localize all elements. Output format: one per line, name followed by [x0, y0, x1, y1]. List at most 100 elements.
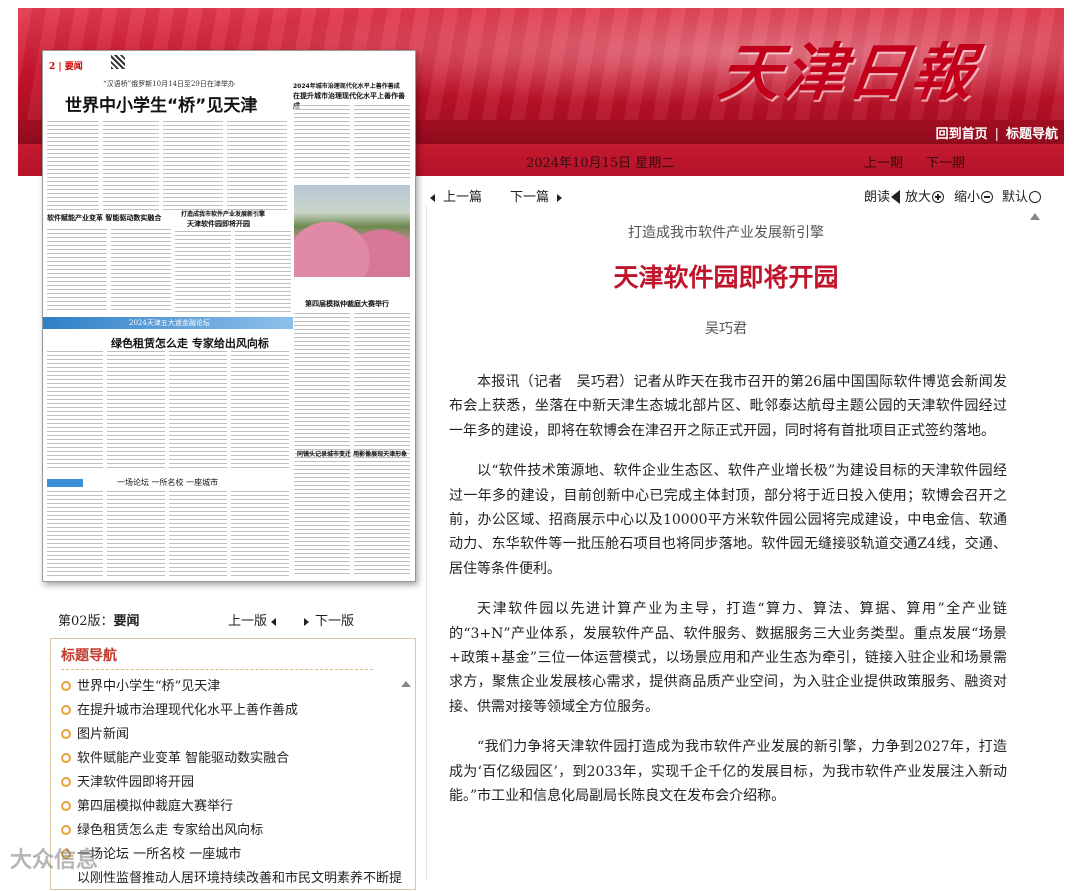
thumb-text-column: [231, 491, 289, 577]
prev-issue-link[interactable]: 上一期: [864, 152, 903, 171]
nav-titles-link[interactable]: 标题导航: [1006, 127, 1058, 142]
arrow-right-icon: [304, 617, 309, 626]
title-nav-item[interactable]: 天津软件园即将开园: [61, 771, 402, 795]
prev-article-link[interactable]: 上一篇: [430, 186, 482, 205]
newspaper-logo[interactable]: 天津日報: [714, 22, 983, 112]
next-issue-link[interactable]: 下一期: [926, 152, 965, 171]
thumb-text-column: [107, 351, 165, 471]
default-size-label: 默认: [1002, 190, 1029, 205]
nav-home-link[interactable]: 回到首页: [936, 127, 988, 142]
thumb-headline-e[interactable]: 天津软件园即将开园: [187, 219, 291, 229]
title-nav-item[interactable]: 图片新闻: [61, 723, 402, 747]
bullet-icon: [61, 680, 71, 691]
title-nav-item[interactable]: 软件赋能产业变革 智能驱动数实融合: [61, 747, 402, 771]
title-navigation-panel: 标题导航 世界中小学生“桥”见天津 在提升城市治理现代化水平上善作善成 图片新闻…: [50, 638, 416, 890]
title-nav-item[interactable]: 以刚性监督推动人居环境持续改善和市民文明素养不断提: [61, 867, 402, 891]
thumb-text-column: [107, 491, 165, 577]
title-nav-item-label: 在提升城市治理现代化水平上善作善成: [77, 703, 299, 718]
title-nav-heading: 标题导航: [61, 648, 117, 664]
read-aloud-label: 朗读: [864, 190, 891, 205]
bullet-icon: [61, 704, 71, 715]
thumb-text-column: [231, 351, 289, 471]
next-page-link[interactable]: 下一版: [304, 610, 354, 629]
article-paragraph: 本报讯（记者 吴巧君）记者从昨天在我市召开的第26届中国国际软件博览会新闻发布会…: [449, 374, 1007, 439]
watermark: 大众信息: [10, 848, 99, 873]
nav-separator: |: [994, 127, 999, 142]
article-divider: [426, 206, 427, 880]
article-author: 吴巧君: [705, 321, 747, 337]
thumb-headline-i[interactable]: 一场论坛 一所名校 一座城市: [117, 477, 218, 488]
top-nav-links: 回到首页 | 标题导航: [936, 123, 1058, 142]
arrow-right-icon: [557, 193, 563, 202]
page-indicator: 第02版：要闻: [58, 610, 140, 629]
title-nav-item[interactable]: 在提升城市治理现代化水平上善作善成: [61, 699, 402, 723]
title-nav-item[interactable]: 绿色租赁怎么走 专家给出风向标: [61, 819, 402, 843]
title-nav-list: 世界中小学生“桥”见天津 在提升城市治理现代化水平上善作善成 图片新闻 软件赋能…: [61, 675, 402, 891]
scroll-up-icon[interactable]: [1030, 213, 1040, 220]
article-kicker: 打造成我市软件产业发展新引擎: [628, 225, 824, 241]
thumb-forum-banner: 2024天津五大道金融论坛: [43, 317, 293, 329]
title-nav-item-label: 第四届模拟仲裁庭大赛举行: [77, 799, 234, 814]
plus-circle-icon: [932, 190, 945, 203]
title-nav-item[interactable]: 第四届模拟仲裁庭大赛举行: [61, 795, 402, 819]
thumb-text-column: [175, 231, 231, 313]
thumb-headline-f[interactable]: 第四届模拟仲裁庭大赛举行: [305, 299, 415, 309]
scroll-up-icon[interactable]: [401, 681, 411, 687]
article-body: 本报讯（记者 吴巧君）记者从昨天在我市召开的第26届中国国际软件博览会新闻发布会…: [449, 370, 1007, 825]
zoom-out-button[interactable]: 缩小: [954, 186, 994, 205]
default-size-button[interactable]: 默认: [1002, 186, 1042, 205]
thumb-headline-d: 打造成我市软件产业发展新引擎: [181, 211, 266, 218]
thumb-text-column: [235, 231, 291, 313]
zoom-in-label: 放大: [905, 190, 932, 205]
thumb-text-column: [163, 121, 223, 211]
thumb-headline-h[interactable]: 绿色租赁怎么走 专家给出风向标: [111, 335, 269, 351]
title-nav-item-label: 天津软件园即将开园: [77, 775, 195, 790]
title-nav-divider: [61, 669, 373, 670]
thumb-headline-c[interactable]: 软件赋能产业变革 智能驱动数实融合: [47, 213, 167, 223]
article-paragraph: 以“软件技术策源地、软件企业生态区、软件产业增长极”为建设目标的天津软件园经过一…: [449, 463, 1007, 577]
thumb-headline-j[interactable]: 同镜头记录城市变迁 用影像展现天津形象: [297, 449, 413, 458]
zoom-out-label: 缩小: [954, 190, 981, 205]
thumb-text-column: [103, 121, 159, 211]
thumb-main-headline[interactable]: 世界中小学生“桥”见天津: [65, 91, 257, 116]
thumb-column-tag: [47, 479, 83, 487]
bullet-icon: [61, 776, 71, 787]
next-article-label: 下一篇: [510, 190, 550, 205]
thumb-text-column: [169, 491, 227, 577]
qr-code-icon: [111, 55, 125, 69]
next-page-label: 下一版: [315, 614, 355, 629]
issue-date: 2024年10月15日 星期二: [526, 156, 675, 171]
title-nav-item-label: 图片新闻: [77, 727, 130, 742]
title-nav-item-label: 绿色租赁怎么走 专家给出风向标: [77, 823, 264, 838]
prev-page-link[interactable]: 上一版: [228, 610, 277, 629]
page-thumbnail[interactable]: 2 | 要闻 2024年城市治理现代化水平上善作善成 在提升城市治理现代化水平上…: [42, 50, 416, 582]
thumb-text-column: [47, 491, 103, 577]
title-nav-item-label: 以刚性监督推动人居环境持续改善和市民文明素养不断提: [77, 871, 403, 886]
zoom-in-button[interactable]: 放大: [905, 186, 945, 205]
thumb-subhead: “汉语桥”俄罗斯10月14日至29日在津举办: [103, 80, 235, 88]
article-paragraph: 天津软件园以先进计算产业为主导，打造“算力、算法、算据、算用”全产业链的“3+N…: [449, 601, 1007, 715]
thumb-text-column: [354, 313, 410, 575]
page-label: 第02版：: [58, 614, 114, 629]
title-nav-item[interactable]: 一场论坛 一所名校 一座城市: [61, 843, 402, 867]
title-nav-item-label: 一场论坛 一所名校 一座城市: [77, 847, 242, 862]
bullet-icon: [61, 800, 71, 811]
title-nav-item[interactable]: 世界中小学生“桥”见天津: [61, 675, 402, 699]
article-title: 天津软件园即将开园: [613, 263, 839, 292]
thumb-headline-a[interactable]: 2024年城市治理现代化水平上善作善成: [293, 81, 411, 90]
thumb-text-column: [294, 105, 350, 181]
thumb-page-number: 2 | 要闻: [49, 62, 83, 72]
minus-circle-icon: [981, 190, 994, 203]
next-article-link[interactable]: 下一篇: [510, 186, 563, 205]
thumb-text-column: [47, 121, 99, 211]
bullet-icon: [61, 824, 71, 835]
thumb-text-column: [111, 229, 171, 313]
bullet-icon: [61, 728, 71, 739]
thumb-news-photo[interactable]: [294, 185, 410, 277]
read-aloud-button[interactable]: 朗读: [864, 186, 901, 205]
title-nav-item-label: 软件赋能产业变革 智能驱动数实融合: [77, 751, 290, 766]
thumb-text-column: [47, 351, 103, 471]
speaker-icon: [891, 189, 901, 204]
arrow-left-icon: [430, 193, 435, 202]
bullet-icon: [61, 752, 71, 763]
